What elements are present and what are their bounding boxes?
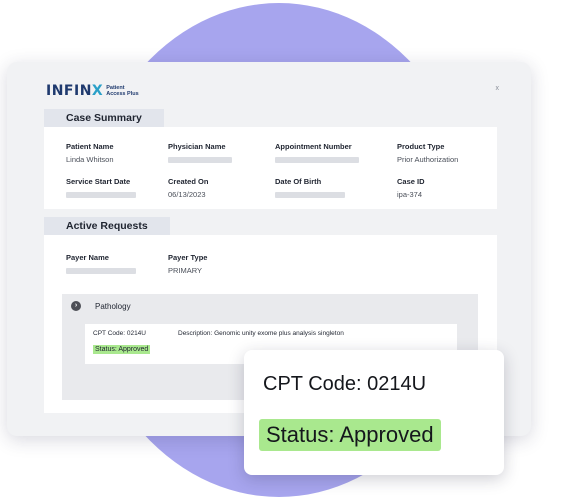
chevron-right-icon[interactable]: ›	[71, 301, 81, 311]
app-logo: INFINX Patient Access Plus	[46, 83, 139, 99]
product-type-value: Prior Authorization	[397, 155, 459, 164]
field-service-start-date: Service Start Date	[66, 177, 136, 198]
field-patient-name: Patient Name Linda Whitson	[66, 142, 114, 164]
case-summary-body: Patient Name Linda Whitson Physician Nam…	[44, 127, 497, 209]
pathology-title[interactable]: Pathology	[95, 302, 131, 311]
zoom-callout: CPT Code: 0214U Status: Approved	[244, 350, 504, 475]
redacted-value	[275, 192, 345, 198]
redacted-value	[66, 268, 136, 274]
field-date-of-birth: Date Of Birth	[275, 177, 345, 198]
created-on-value: 06/13/2023	[168, 190, 206, 199]
field-physician-name: Physician Name	[168, 142, 232, 163]
field-payer-name: Payer Name	[66, 253, 136, 274]
active-requests-header: Active Requests	[44, 217, 170, 235]
redacted-value	[66, 192, 136, 198]
field-payer-type: Payer Type PRIMARY	[168, 253, 208, 275]
field-case-id: Case ID ipa-374	[397, 177, 425, 199]
cpt-description: Description: Genomic unity exome plus an…	[178, 330, 344, 337]
logo-word: INFINX	[46, 83, 104, 99]
callout-cpt-code: CPT Code: 0214U	[263, 373, 427, 395]
case-summary-header: Case Summary	[44, 109, 164, 127]
patient-name-value: Linda Whitson	[66, 155, 114, 164]
payer-type-value: PRIMARY	[168, 266, 203, 275]
field-product-type: Product Type Prior Authorization	[397, 142, 459, 164]
field-created-on: Created On 06/13/2023	[168, 177, 209, 199]
status-badge: Status: Approved	[93, 345, 151, 354]
close-icon[interactable]: x	[496, 85, 500, 92]
case-id-value: ipa-374	[397, 190, 423, 199]
logo-subtitle: Patient Access Plus	[106, 85, 139, 97]
redacted-value	[275, 157, 359, 163]
redacted-value	[168, 157, 232, 163]
callout-status-badge: Status: Approved	[259, 419, 441, 451]
cpt-code: CPT Code: 0214U	[93, 330, 146, 337]
field-appointment-number: Appointment Number	[275, 142, 359, 163]
